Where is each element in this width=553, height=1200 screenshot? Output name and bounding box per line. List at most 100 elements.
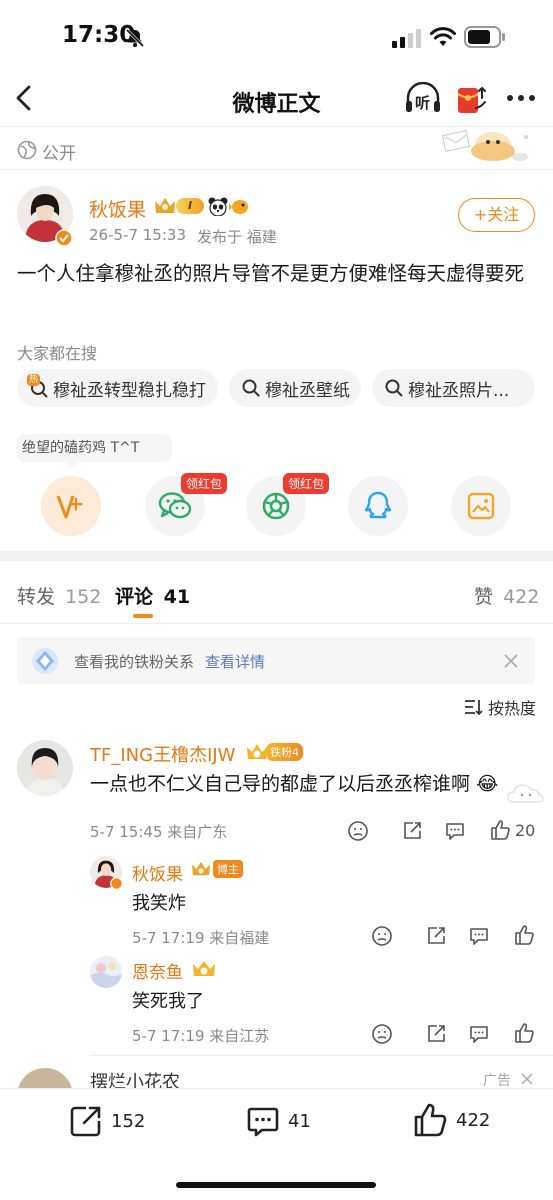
status-bar: 17:30 <box>0 0 553 72</box>
fan-banner[interactable]: 查看我的铁粉关系 查看详情 <box>17 637 535 684</box>
weibo-share-button[interactable] <box>41 476 101 536</box>
fan-crown-icon <box>193 961 215 976</box>
moments-icon <box>262 492 290 520</box>
reply-2-meta: 5-7 17:19 来自江苏 <box>132 1027 270 1045</box>
commenter-avatar[interactable] <box>17 740 73 796</box>
author-name[interactable]: 秋饭果 <box>89 195 146 222</box>
search-title: 大家都在搜 <box>17 344 98 363</box>
comment-meta: 5-7 15:45 来自广东 <box>90 823 228 841</box>
search-icon <box>385 379 403 397</box>
tab-comments[interactable]: 评论 41 <box>115 582 190 609</box>
like-icon[interactable] <box>489 819 511 841</box>
comment-icon[interactable] <box>444 820 466 842</box>
like-icon[interactable] <box>513 1022 535 1044</box>
wechat-icon <box>158 492 192 519</box>
fish-icon <box>229 200 248 214</box>
reply-verified-icon <box>110 877 123 890</box>
diamond-icon <box>32 648 58 674</box>
author-tag-label: 博主 <box>213 860 243 878</box>
wifi-icon <box>430 27 456 46</box>
search-chip-1[interactable]: 热 穆祉丞转型稳扎稳打 <box>17 369 218 407</box>
qq-icon <box>364 491 392 519</box>
panda-icon <box>208 197 228 216</box>
reply-2-name[interactable]: 恩奈鱼 <box>132 958 183 983</box>
post-time: 26-5-7 15:33 <box>89 226 186 244</box>
post-location: 发布于 福建 <box>197 228 277 246</box>
share-user-bubble: 绝望的磕药鸡 T^T <box>17 434 172 462</box>
post-text: 一个人住拿穆祉丞的照片导管不是更方便难怪每天虚得要死 <box>17 262 525 285</box>
sort-label: 按热度 <box>488 699 537 718</box>
tab-comments-label: 评论 <box>115 586 154 608</box>
weibo-share-icon <box>56 495 83 519</box>
reply-1-name[interactable]: 秋饭果 <box>132 860 183 885</box>
bottom-like-count: 422 <box>456 1109 491 1131</box>
tab-repost[interactable]: 转发 152 <box>17 582 101 609</box>
verified-badge-icon <box>55 229 73 247</box>
save-image-share-button[interactable] <box>451 476 511 536</box>
listen-button[interactable]: 听 <box>404 81 442 116</box>
fan-banner-text: 查看我的铁粉关系 <box>74 653 195 671</box>
commenter-name[interactable]: TF_ING王橹杰IJW <box>90 741 236 767</box>
repost-icon[interactable] <box>425 925 447 947</box>
visibility-label: 公开 <box>42 144 76 164</box>
ad-close-icon[interactable] <box>520 1072 534 1086</box>
save-image-icon <box>467 492 495 520</box>
commenter-avatar-image <box>17 740 73 796</box>
level-badge: I <box>176 198 204 214</box>
dislike-face-icon[interactable] <box>371 925 393 947</box>
reply-avatar-2-image <box>90 956 122 988</box>
bottom-comment-icon <box>247 1107 279 1137</box>
bottom-repost-button[interactable]: 152 <box>69 1104 145 1138</box>
dislike-face-icon[interactable] <box>371 1023 393 1045</box>
search-chip-1-label: 穆祉丞转型稳扎稳打 <box>53 380 206 401</box>
reply-2-text: 笑死我了 <box>132 991 204 1012</box>
red-envelope-icon[interactable] <box>455 82 489 116</box>
home-indicator <box>176 1182 376 1188</box>
search-chip-3[interactable]: 穆祉丞照片... <box>372 369 535 407</box>
comment-icon[interactable] <box>468 925 490 947</box>
tab-repost-label: 转发 <box>17 586 56 608</box>
sort-icon <box>465 700 483 716</box>
like-icon[interactable] <box>513 924 535 946</box>
fan-banner-link[interactable]: 查看详情 <box>205 651 265 672</box>
wechat-redpacket-badge: 领红包 <box>181 473 228 494</box>
comment-like-count: 20 <box>515 821 536 840</box>
decoration-sticker <box>441 129 528 161</box>
crown-icon <box>155 198 175 213</box>
comment-text-content: 一点也不仁义自己导的都虚了以后丞丞榨谁啊 <box>90 773 471 795</box>
more-icon[interactable] <box>506 92 536 104</box>
repost-icon[interactable] <box>425 1023 447 1045</box>
repost-icon[interactable] <box>401 820 423 842</box>
search-chip-2[interactable]: 穆祉丞壁纸 <box>229 369 361 407</box>
search-chip-2-label: 穆祉丞壁纸 <box>265 380 350 401</box>
sort-button[interactable]: 按热度 <box>464 695 536 719</box>
tab-comments-count: 41 <box>163 586 191 608</box>
bottom-comment-count: 41 <box>288 1110 311 1132</box>
mute-bell-icon <box>125 28 145 48</box>
dislike-face-icon[interactable] <box>347 820 369 842</box>
bottom-like-button[interactable]: 422 <box>412 1102 490 1138</box>
reply-1-text: 我笑炸 <box>132 893 186 914</box>
tab-likes-count: 422 <box>503 586 540 608</box>
search-chip-3-label: 穆祉丞照片... <box>408 380 510 401</box>
tab-likes[interactable]: 赞 422 <box>474 582 539 609</box>
moments-redpacket-badge: 领红包 <box>283 473 330 494</box>
cloud-sticker-icon <box>507 784 544 803</box>
tab-repost-count: 152 <box>65 586 102 608</box>
bottom-comment-button[interactable]: 41 <box>246 1104 311 1138</box>
hot-search-icon: 热 <box>27 374 49 399</box>
comment-icon[interactable] <box>468 1023 490 1045</box>
close-icon[interactable] <box>503 653 519 669</box>
follow-button[interactable]: +关注 <box>458 198 535 232</box>
qq-share-button[interactable] <box>348 476 408 536</box>
fan-crown-icon <box>247 744 267 759</box>
listen-label: 听 <box>415 94 431 112</box>
bottom-like-icon <box>414 1103 447 1137</box>
reply-1-meta: 5-7 17:19 来自福建 <box>132 929 270 947</box>
ad-label: 广告 <box>483 1073 511 1089</box>
reply-crown-icon <box>192 861 210 876</box>
reply-avatar-2[interactable] <box>90 956 122 988</box>
bubble-arrow <box>64 460 80 469</box>
comment-text: 一点也不仁义自己导的都虚了以后丞丞榨谁啊 😂 <box>90 769 498 796</box>
fan-badge-label: 铁粉4 <box>266 743 303 761</box>
